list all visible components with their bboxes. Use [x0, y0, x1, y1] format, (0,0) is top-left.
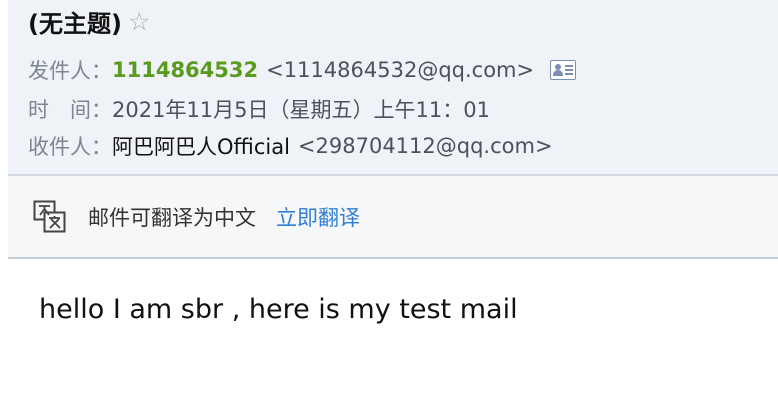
- sender-row: 发件人： 1114864532 <1114864532@qq.com>: [28, 54, 577, 86]
- recipient-row: 收件人： 阿巴阿巴人Official <298704112@qq.com>: [28, 130, 553, 162]
- subject-row: (无主题) ☆: [28, 2, 150, 40]
- translate-now-link[interactable]: 立即翻译: [276, 202, 360, 232]
- recipient-label: 收件人：: [28, 135, 112, 159]
- time-label: 时 间：: [28, 98, 112, 122]
- recipient-name[interactable]: 阿巴阿巴人Official: [112, 131, 290, 161]
- sender-name[interactable]: 1114864532: [112, 58, 258, 82]
- contact-card-icon[interactable]: [550, 60, 577, 80]
- sender-label: 发件人：: [28, 59, 112, 83]
- time-value: 2021年11月5日（星期五）上午11：01: [112, 98, 490, 122]
- translate-bar: 邮件可翻译为中文 立即翻译: [8, 176, 778, 257]
- star-icon[interactable]: ☆: [128, 9, 150, 34]
- sender-address[interactable]: <1114864532@qq.com>: [266, 58, 534, 82]
- mail-subject: (无主题): [28, 9, 122, 38]
- mail-body: hello I am sbr , here is my test mail: [39, 294, 518, 325]
- translate-prompt: 邮件可翻译为中文: [88, 206, 256, 230]
- translate-icon[interactable]: [33, 200, 67, 234]
- body-divider: [8, 257, 778, 259]
- time-row: 时 间： 2021年11月5日（星期五）上午11：01: [28, 93, 490, 125]
- recipient-address[interactable]: <298704112@qq.com>: [298, 134, 553, 158]
